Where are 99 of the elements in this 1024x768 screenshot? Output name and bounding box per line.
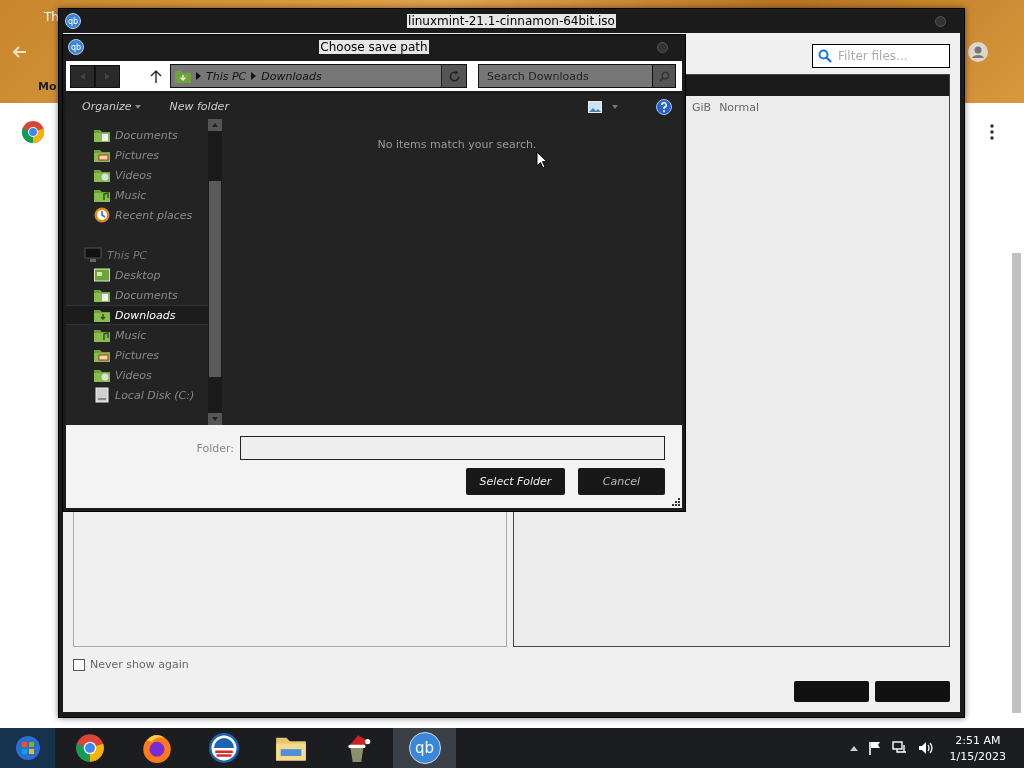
empty-message: No items match your search. [377, 138, 537, 152]
show-hidden-icon[interactable] [849, 745, 858, 751]
view-icon[interactable] [588, 100, 602, 113]
folder-icon [94, 367, 110, 383]
sidebar-label: Pictures [115, 148, 160, 162]
flag-icon[interactable] [867, 741, 882, 755]
folder-icon [94, 327, 110, 343]
network-icon[interactable] [891, 741, 908, 755]
help-icon[interactable] [656, 98, 672, 115]
sidebar-item[interactable]: Desktop [66, 265, 208, 285]
sidebar-label: Desktop [115, 268, 161, 282]
sidebar-item[interactable]: Music [66, 185, 208, 205]
sidebar-item[interactable]: Documents [66, 125, 208, 145]
round-badge-icon [208, 733, 239, 763]
search-icon [818, 49, 832, 63]
separator-icon[interactable] [251, 72, 257, 80]
desktop-icon [94, 267, 110, 283]
forward-button[interactable] [95, 64, 120, 88]
window-title: linuxmint-21.1-cinnamon-64bit.iso [407, 14, 616, 28]
sidebar-item[interactable]: Videos [66, 165, 208, 185]
up-triangle-icon [212, 123, 218, 127]
table-cell: GiB [692, 101, 712, 114]
breadcrumb-item[interactable]: Downloads [261, 69, 322, 83]
folder-icon [94, 147, 110, 163]
sidebar-item[interactable]: Documents [66, 285, 208, 305]
chrome-icon [74, 733, 105, 763]
firefox-icon [141, 733, 172, 763]
bookmark-link[interactable]: Mo [38, 80, 57, 93]
folder-icon [94, 187, 110, 203]
sidebar-label: Music [115, 188, 147, 202]
browser-tab[interactable]: Th [44, 10, 59, 24]
organize-menu[interactable]: Organize [82, 100, 142, 113]
sidebar-item[interactable]: Pictures [66, 145, 208, 165]
checkbox[interactable] [73, 658, 85, 671]
breadcrumb-item[interactable]: This PC [206, 69, 247, 83]
checkbox-label: Never show again [90, 658, 189, 671]
taskbar-button[interactable]: qb [393, 728, 456, 768]
select-folder-button[interactable]: Select Folder [466, 468, 565, 495]
search-field[interactable]: Search Downloads [478, 64, 652, 88]
scrollbar[interactable] [208, 119, 222, 425]
sidebar-label: Music [115, 328, 147, 342]
search-icon [658, 70, 670, 82]
sidebar-label: Pictures [115, 348, 160, 362]
app-icon: qb [408, 732, 441, 764]
chrome-icon [21, 120, 45, 144]
right-triangle-icon [105, 72, 110, 80]
filter-field[interactable]: Filter files... [812, 44, 950, 68]
sidebar-label: Downloads [115, 308, 176, 322]
app-icon: qb [65, 13, 81, 29]
separator-icon[interactable] [196, 72, 201, 80]
start-button[interactable] [0, 728, 55, 768]
toolbar-button[interactable]: New folder [169, 100, 229, 113]
cancel-button[interactable]: Cancel [578, 468, 665, 495]
sidebar-label: Documents [115, 288, 178, 302]
sidebar-label: Videos [115, 368, 152, 382]
sidebar-item[interactable]: Downloads [66, 305, 208, 325]
scrollbar[interactable] [1012, 253, 1021, 713]
profile-icon[interactable] [968, 42, 988, 62]
back-button[interactable] [70, 64, 95, 88]
start-orb-icon [14, 735, 41, 761]
sidebar-item[interactable]: Pictures [66, 345, 208, 365]
sidebar-label: Local Disk (C:) [115, 388, 195, 402]
folder-icon [94, 307, 110, 323]
folder-icon [94, 167, 110, 183]
drive-icon [94, 387, 110, 403]
dialog-title: Choose save path [319, 40, 429, 54]
address-bar[interactable]: This PC Downloads [170, 64, 467, 88]
app-icon: qb [68, 39, 84, 55]
sidebar-item[interactable]: Recent places [66, 205, 208, 225]
date-text[interactable]: 1/15/2023 [949, 749, 1006, 763]
folder-field[interactable] [240, 436, 665, 460]
sidebar-label: This PC [107, 248, 148, 262]
monitor-icon [84, 247, 102, 263]
cursor-icon [536, 151, 548, 169]
search-button[interactable] [652, 64, 676, 88]
sidebar-item[interactable]: Videos [66, 365, 208, 385]
clock-icon [94, 207, 110, 223]
folder-icon [94, 347, 110, 363]
folder-icon [94, 127, 110, 143]
caret-icon [135, 105, 142, 109]
folder-icon [94, 287, 110, 303]
time-text[interactable]: 2:51 AM [955, 733, 1001, 747]
up-arrow-icon[interactable] [150, 69, 162, 83]
folder-icon [175, 69, 191, 83]
folder-label: Folder: [196, 441, 234, 455]
down-triangle-icon [212, 417, 218, 421]
scroll-thumb[interactable] [209, 181, 221, 377]
table-cell: Normal [719, 101, 759, 114]
sidebar-label: Videos [115, 168, 152, 182]
sidebar-item[interactable]: Local Disk (C:) [66, 385, 208, 405]
refresh-icon [447, 69, 461, 83]
sidebar-label: Documents [115, 128, 178, 142]
volume-icon[interactable] [917, 741, 934, 755]
resize-grip-icon[interactable] [672, 498, 680, 506]
sidebar-item[interactable]: Music [66, 325, 208, 345]
left-triangle-icon [80, 72, 85, 80]
menu-icon[interactable] [990, 124, 994, 140]
sidebar-item[interactable]: This PC [66, 245, 208, 265]
sidebar-label: Recent places [115, 208, 193, 222]
